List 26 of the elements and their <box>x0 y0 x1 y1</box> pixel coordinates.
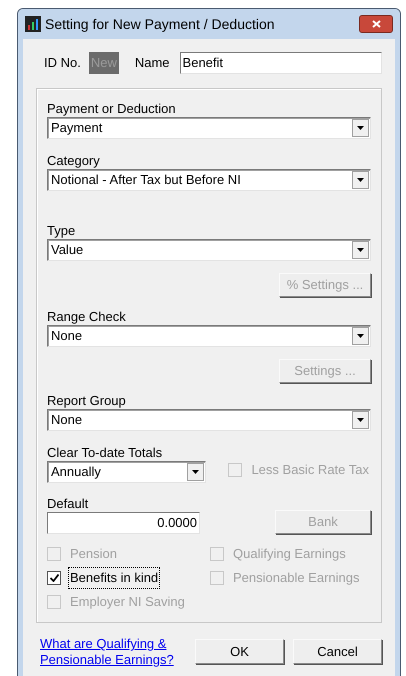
bar-chart-icon <box>25 16 41 32</box>
close-button[interactable] <box>359 15 393 33</box>
dropdown[interactable]: Notional - After Tax but Before NI <box>47 169 371 191</box>
dropdown[interactable]: None <box>47 325 371 347</box>
name-field[interactable]: Benefit <box>180 52 382 74</box>
button[interactable]: OK <box>195 639 284 664</box>
field-label: Payment or Deduction <box>47 101 177 116</box>
checkbox[interactable] <box>47 571 61 585</box>
field-label: Type <box>47 223 76 238</box>
dropdown[interactable]: Value <box>47 239 371 261</box>
field-label: Range Check <box>47 309 127 324</box>
checkbox-label[interactable]: Benefits in kind <box>68 567 160 589</box>
default-field[interactable]: 0.0000 <box>47 512 200 534</box>
field-label: Default <box>47 496 90 511</box>
field-label: Name <box>134 54 170 72</box>
field-label: Category <box>47 153 101 168</box>
field-label: Clear To-date Totals <box>47 445 164 460</box>
window-title: Setting for New Payment / Deduction <box>45 14 276 34</box>
field-label: ID No. <box>44 54 81 72</box>
dropdown[interactable]: Payment <box>47 117 371 139</box>
button[interactable]: Cancel <box>293 639 382 664</box>
help-link[interactable]: What are Qualifying & Pensionable Earnings? <box>40 636 175 668</box>
field-label: Report Group <box>47 393 127 408</box>
dropdown[interactable]: Annually <box>47 461 206 483</box>
dropdown[interactable]: None <box>47 409 371 431</box>
close-icon <box>372 20 380 28</box>
